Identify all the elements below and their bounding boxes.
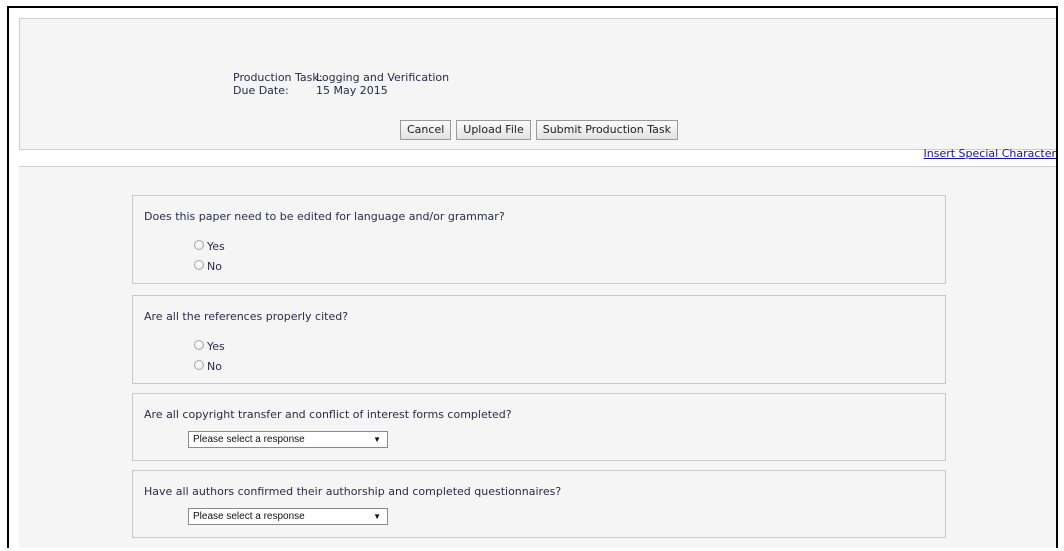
- response-select[interactable]: Please select a response ▼: [188, 431, 388, 448]
- radio-option-yes[interactable]: Yes: [194, 238, 225, 253]
- question-text: Does this paper need to be edited for la…: [144, 210, 505, 223]
- radio-label: No: [207, 260, 222, 273]
- select-value: Please select a response: [193, 434, 305, 445]
- task-info: Production Task: Logging and Verificatio…: [233, 71, 449, 97]
- select-value: Please select a response: [193, 511, 305, 522]
- questionnaire-panel: Does this paper need to be edited for la…: [19, 166, 1056, 548]
- cancel-button[interactable]: Cancel: [400, 120, 452, 140]
- response-select[interactable]: Please select a response ▼: [188, 508, 388, 525]
- radio-button[interactable]: [194, 239, 204, 250]
- production-task-value: Logging and Verification: [316, 71, 450, 84]
- radio-label: No: [207, 360, 222, 373]
- production-task-label: Production Task:: [233, 71, 323, 84]
- question-box: Are all copyright transfer and conflict …: [132, 393, 946, 461]
- question-box: Have all authors confirmed their authors…: [132, 470, 946, 538]
- question-box: Does this paper need to be edited for la…: [132, 195, 946, 284]
- submit-production-task-button[interactable]: Submit Production Task: [535, 120, 678, 140]
- upload-file-button[interactable]: Upload File: [456, 120, 531, 140]
- dropdown-arrow-icon: ▼: [373, 512, 381, 521]
- due-date-label: Due Date:: [233, 84, 289, 97]
- question-text: Are all copyright transfer and conflict …: [144, 408, 512, 421]
- action-buttons: Cancel Upload File Submit Production Tas…: [20, 120, 1056, 140]
- radio-label: Yes: [207, 340, 225, 353]
- radio-button[interactable]: [194, 259, 204, 270]
- radio-option-no[interactable]: No: [194, 358, 222, 373]
- radio-option-no[interactable]: No: [194, 258, 222, 273]
- question-box: Are all the references properly cited? Y…: [132, 295, 946, 384]
- question-text: Are all the references properly cited?: [144, 310, 349, 323]
- due-date-value: 15 May 2015: [316, 84, 388, 97]
- radio-label: Yes: [207, 240, 225, 253]
- question-text: Have all authors confirmed their authors…: [144, 485, 562, 498]
- radio-button[interactable]: [194, 339, 204, 350]
- task-header-panel: Production Task: Logging and Verificatio…: [19, 18, 1056, 150]
- dropdown-arrow-icon: ▼: [373, 435, 381, 444]
- radio-button[interactable]: [194, 359, 204, 370]
- insert-special-character-link[interactable]: Insert Special Character: [924, 147, 1056, 160]
- window-frame: Production Task: Logging and Verificatio…: [7, 6, 1058, 548]
- radio-option-yes[interactable]: Yes: [194, 338, 225, 353]
